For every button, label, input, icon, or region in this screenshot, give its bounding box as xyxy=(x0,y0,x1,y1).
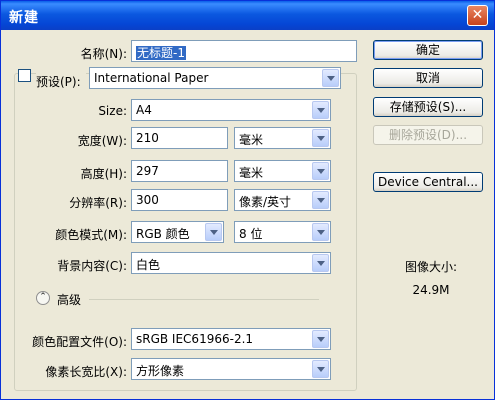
bit-depth-select[interactable]: 8 位 xyxy=(234,221,331,243)
width-value: 210 xyxy=(136,131,159,145)
resolution-value: 300 xyxy=(136,193,159,207)
advanced-toggle[interactable]: ⌃ xyxy=(36,291,50,305)
pixel-aspect-label: 像素长宽比(X): xyxy=(45,365,127,379)
close-button[interactable]: ✕ xyxy=(467,5,488,26)
chevron-down-icon[interactable] xyxy=(322,69,339,87)
device-central-button[interactable]: Device Central... xyxy=(373,172,483,192)
color-mode-select[interactable]: RGB 颜色 xyxy=(131,221,224,243)
dialog-title: 新建 xyxy=(9,10,39,26)
pixel-aspect-select[interactable]: 方形像素 xyxy=(131,358,331,380)
preset-checkbox[interactable] xyxy=(18,69,31,82)
chevron-down-icon[interactable] xyxy=(312,360,329,378)
resolution-unit-value: 像素/英寸 xyxy=(239,195,292,209)
delete-preset-button: 删除预设(D)... xyxy=(373,125,483,145)
preset-select[interactable]: International Paper xyxy=(89,67,341,89)
height-value: 297 xyxy=(136,164,159,178)
chevron-down-icon[interactable] xyxy=(312,223,329,241)
bit-depth-value: 8 位 xyxy=(239,227,263,241)
background-select[interactable]: 白色 xyxy=(131,252,331,274)
resolution-label: 分辨率(R): xyxy=(69,196,127,210)
save-preset-button[interactable]: 存储预设(S)... xyxy=(373,97,483,117)
image-size-label: 图像大小: xyxy=(404,260,458,274)
name-input[interactable]: 无标题-1 xyxy=(131,40,357,62)
width-label: 宽度(W): xyxy=(77,134,127,148)
width-unit-value: 毫米 xyxy=(239,133,264,147)
color-profile-value: sRGB IEC61966-2.1 xyxy=(136,332,254,346)
pixel-aspect-value: 方形像素 xyxy=(136,364,185,378)
chevron-down-icon[interactable] xyxy=(312,129,329,147)
width-unit-select[interactable]: 毫米 xyxy=(234,127,331,149)
new-document-dialog: 新建 ✕ 名称(N): 无标题-1 预设(P): International P… xyxy=(0,0,495,400)
height-unit-value: 毫米 xyxy=(239,166,264,180)
resolution-input[interactable]: 300 xyxy=(131,189,228,211)
preset-value: International Paper xyxy=(94,71,209,85)
name-label: 名称(N): xyxy=(80,47,127,61)
height-label: 高度(H): xyxy=(80,167,127,181)
chevron-down-icon[interactable] xyxy=(205,223,222,241)
chevron-down-icon[interactable] xyxy=(312,330,329,348)
background-value: 白色 xyxy=(136,258,161,272)
color-profile-select[interactable]: sRGB IEC61966-2.1 xyxy=(131,328,331,350)
width-input[interactable]: 210 xyxy=(131,127,228,149)
chevron-down-icon[interactable] xyxy=(312,254,329,272)
height-unit-select[interactable]: 毫米 xyxy=(234,160,331,182)
close-icon: ✕ xyxy=(471,7,484,23)
color-mode-label: 颜色模式(M): xyxy=(55,228,127,242)
chevron-down-icon[interactable] xyxy=(312,162,329,180)
preset-label: 预设(P): xyxy=(36,73,86,90)
image-size-value: 24.9M xyxy=(412,283,450,297)
chevron-down-icon[interactable] xyxy=(312,191,329,209)
chevron-up-icon: ⌃ xyxy=(39,292,47,302)
ok-button[interactable]: 确定 xyxy=(373,40,483,60)
size-value: A4 xyxy=(136,103,152,117)
color-profile-label: 颜色配置文件(O): xyxy=(32,335,127,349)
background-label: 背景内容(C): xyxy=(57,259,127,273)
title-bar[interactable]: 新建 ✕ xyxy=(1,1,494,30)
height-input[interactable]: 297 xyxy=(131,160,228,182)
size-select[interactable]: A4 xyxy=(131,99,331,121)
resolution-unit-select[interactable]: 像素/英寸 xyxy=(234,189,331,211)
size-label: Size: xyxy=(98,104,127,118)
chevron-down-icon[interactable] xyxy=(312,101,329,119)
advanced-divider xyxy=(89,299,319,300)
name-value: 无标题-1 xyxy=(136,46,186,60)
cancel-button[interactable]: 取消 xyxy=(373,68,483,88)
advanced-label: 高级 xyxy=(57,293,82,307)
color-mode-value: RGB 颜色 xyxy=(136,227,190,241)
